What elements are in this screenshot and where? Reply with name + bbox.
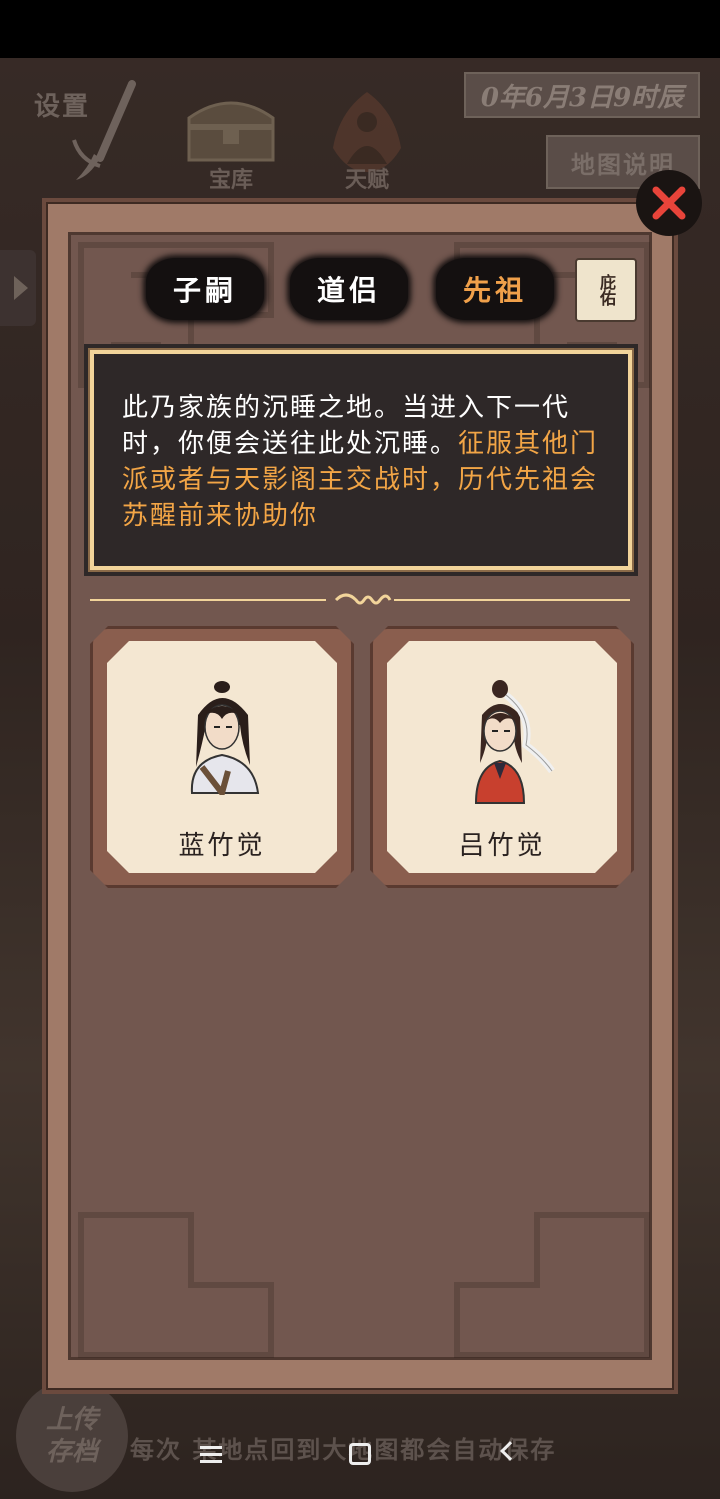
treasure-chest-icon [187, 101, 275, 162]
tab-ancestors[interactable]: 先祖 [436, 258, 554, 320]
talent-button[interactable]: 天赋 [312, 88, 422, 198]
male-cultivator-portrait [162, 675, 282, 795]
description-box: 此乃家族的沉睡之地。当进入下一代时，你便会送往此处沉睡。征服其他门派或者与天影阁… [90, 350, 632, 570]
ancestor-card[interactable]: 吕竹觉 [370, 626, 634, 888]
menu-icon[interactable] [200, 1446, 222, 1464]
blessing-scroll-tab[interactable]: 庇佑 [575, 258, 637, 322]
dialog-tabs: 子嗣 道侣 先祖 [146, 258, 646, 324]
back-icon[interactable] [500, 1441, 520, 1461]
status-bar [0, 0, 720, 58]
close-button[interactable] [636, 170, 702, 236]
female-cultivator-portrait [442, 675, 562, 805]
treasury-label: 宝库 [208, 167, 253, 193]
card-face: 吕竹觉 [387, 641, 617, 873]
ancestor-name: 吕竹觉 [458, 831, 546, 861]
brush-icon [72, 80, 136, 180]
ornament-divider [90, 593, 630, 605]
home-icon[interactable] [349, 1443, 371, 1465]
date-display: 0年6月3日9时辰 [464, 72, 700, 118]
side-panel-toggle[interactable] [0, 250, 36, 326]
ancestor-name: 蓝竹觉 [178, 831, 266, 861]
tab-partners[interactable]: 道侣 [290, 258, 408, 320]
close-icon [652, 186, 686, 220]
ancestor-card[interactable]: 蓝竹觉 [90, 626, 354, 888]
settings-button[interactable]: 设置 [30, 80, 140, 190]
card-face: 蓝竹觉 [107, 641, 337, 873]
tab-descendants[interactable]: 子嗣 [146, 258, 264, 320]
system-navigation-bar [0, 1420, 720, 1499]
treasury-button[interactable]: 宝库 [176, 88, 286, 198]
talent-label: 天赋 [344, 167, 389, 193]
